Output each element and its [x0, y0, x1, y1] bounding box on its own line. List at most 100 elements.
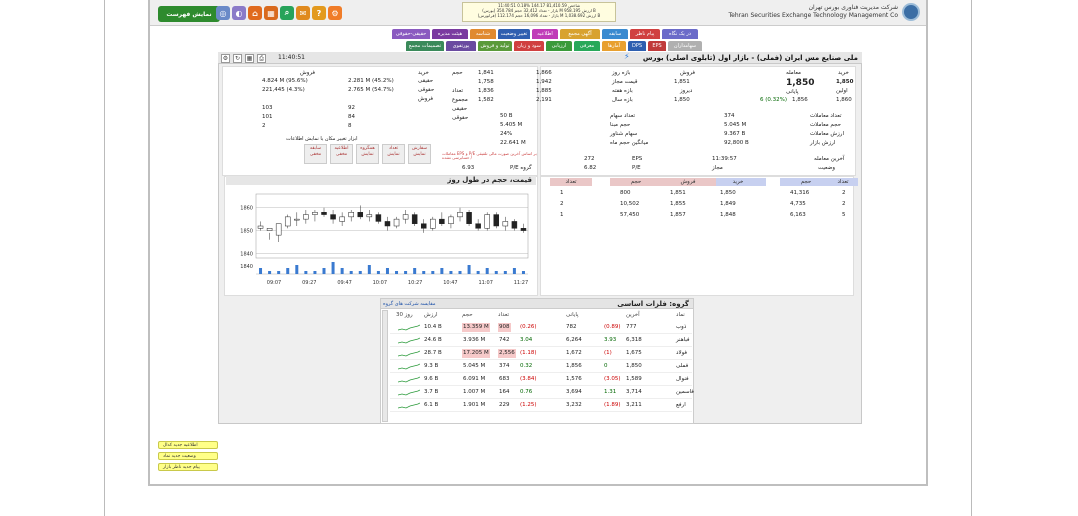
tab2-8[interactable]: پورتفوی [446, 41, 476, 51]
gear-icon[interactable]: ⚙ [328, 6, 342, 20]
search-icon[interactable]: ⌕ [280, 6, 294, 20]
sparkline-icon [398, 363, 420, 370]
group-scrollbar[interactable] [382, 310, 388, 422]
group-count: 908 [498, 323, 511, 332]
pe-value: 6.82 [584, 165, 597, 171]
candle-body [257, 225, 264, 229]
tab-6[interactable]: شناسه [470, 29, 496, 39]
volume-bar [385, 268, 389, 274]
toggle-button-0[interactable]: سفارش نمایش [408, 144, 431, 164]
value-sell: 1,851 [674, 79, 690, 85]
volume-bar [422, 271, 426, 274]
range-high: 1,885 [536, 88, 552, 94]
ob-header-3: فروش [660, 178, 716, 186]
tab-2[interactable]: سابقه [602, 29, 628, 39]
tab2-0[interactable]: سهامداران [668, 41, 702, 51]
volume-bar [476, 271, 480, 274]
group-sym[interactable]: فنوال [676, 376, 689, 385]
tab-1[interactable]: پیام ناظر [630, 29, 660, 39]
group-close: 1,672 [566, 350, 582, 356]
group-col-header-5: حجم [462, 312, 473, 318]
print-icon[interactable]: ⎙ [257, 54, 266, 63]
y-tick-label: 1840 [240, 251, 253, 257]
toggle-button-4[interactable]: سابقه مخفی [304, 144, 327, 164]
refresh-icon[interactable]: ↻ [233, 54, 242, 63]
group-compare-link[interactable]: مقایسه شرکت های گروه [383, 301, 436, 307]
group-last-change: (3.05) [604, 376, 621, 382]
volume-bar [322, 268, 326, 274]
settings-icon[interactable]: ⚙ [221, 54, 230, 63]
x-tick-label: 11:27 [514, 280, 528, 286]
group-sym[interactable]: ذوب [676, 324, 686, 333]
candle-body [520, 228, 527, 231]
group-close-change: 3.04 [520, 337, 533, 343]
group-count: 683 [499, 376, 510, 382]
candle-body [312, 212, 318, 215]
tab2-6[interactable]: سود و زیان [514, 41, 544, 51]
candle-body [275, 223, 282, 236]
stat-value: 5.045 M [724, 122, 747, 128]
tab-5[interactable]: تغییر وضعیت [498, 29, 530, 39]
notification-1[interactable]: وضعیت جدید نماد [158, 452, 218, 460]
calc-icon[interactable]: ▦ [264, 6, 278, 20]
tab-3[interactable]: آگهی مجمع [560, 29, 600, 39]
group-sym[interactable]: فاسمین [676, 389, 694, 398]
rl-row-label: تعداد [452, 88, 464, 94]
sparkline-icon [398, 350, 420, 357]
ob-cell: 1 [560, 190, 564, 196]
status-label: وضعیت [818, 165, 836, 171]
tab2-1[interactable]: EPS [648, 41, 666, 51]
sparkline-icon [398, 389, 420, 396]
group-last-change: (0.89) [604, 324, 621, 330]
globe-icon[interactable]: ◎ [216, 6, 230, 20]
group-sym[interactable]: فباهنر [676, 337, 690, 346]
candle-body [357, 212, 364, 218]
volume-bar [395, 271, 399, 274]
tab2-4[interactable]: معرفی [574, 41, 600, 51]
ob-header-4: حجم [610, 178, 662, 186]
ob-cell: 4,735 [790, 201, 806, 207]
toggle-button-2[interactable]: همگروه نمایش [356, 144, 379, 164]
stat-value: 92,800 B [724, 140, 749, 146]
group-count: 374 [499, 363, 510, 369]
rl-label: حقیقی [418, 78, 434, 84]
group-sym[interactable]: فملی [676, 363, 688, 372]
ob-header-5: تعداد [550, 178, 592, 186]
tab2-9[interactable]: تصمیمات مجمع [406, 41, 444, 51]
range-low: 1,836 [478, 88, 494, 94]
toggle-button-3[interactable]: اطلاعیه مخفی [330, 144, 353, 164]
tab2-2[interactable]: DPS [628, 41, 646, 51]
tab-4[interactable]: اطلاعیه [532, 29, 558, 39]
chat-icon[interactable]: ✉ [296, 6, 310, 20]
stat-label: تعداد معاملات [810, 113, 842, 119]
stat2-label: میانگین حجم ماه [610, 140, 649, 146]
home-icon[interactable]: ⌂ [248, 6, 262, 20]
volume-bar [449, 271, 453, 274]
tab2-3[interactable]: آمارها [602, 41, 626, 51]
tab2-5[interactable]: ارزیابی [546, 41, 572, 51]
group-col-header-6: ارزش [424, 312, 438, 318]
candle-body [339, 216, 345, 222]
toggle-button-1[interactable]: تعداد نمایش [382, 144, 405, 164]
show-list-button[interactable]: نمایش فهرست [158, 6, 220, 22]
tab-0[interactable]: در یک نگاه [662, 29, 698, 39]
notification-0[interactable]: اطلاعیه جدید کدال [158, 441, 218, 449]
notification-2[interactable]: پیام جدید ناظر بازار [158, 463, 218, 471]
ob-cell: 1,857 [670, 212, 686, 218]
volume-bar [467, 265, 471, 274]
candle-body [348, 212, 354, 218]
group-close: 3,694 [566, 389, 582, 395]
tab2-7[interactable]: تولید و فروش [478, 41, 512, 51]
sparkline [398, 350, 420, 357]
layout-icon[interactable]: ▦ [245, 54, 254, 63]
value-buy: 1,850 [836, 79, 854, 85]
group-sym[interactable]: فولاد [676, 350, 687, 359]
rl-buy: 8 [348, 123, 352, 129]
tab-8[interactable]: حقیقی-حقوقی [392, 29, 430, 39]
tab-7[interactable]: هیئت مدیره [432, 29, 468, 39]
ob-cell: 2 [842, 190, 846, 196]
help-icon[interactable]: ? [312, 6, 326, 20]
contrast-icon[interactable]: ◐ [232, 6, 246, 20]
range-label: بازه سال [612, 97, 633, 103]
group-sym[interactable]: ارفع [676, 402, 686, 411]
